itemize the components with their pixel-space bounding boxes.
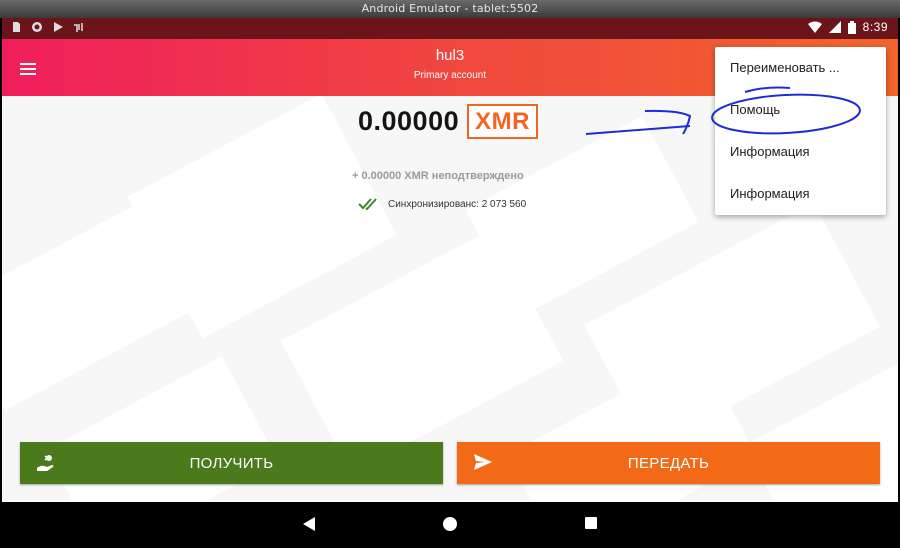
currency-unit-toggle[interactable]: XMR [467, 104, 538, 139]
balance-amount: 0.00000 [358, 106, 460, 136]
notification-icon [74, 23, 83, 32]
battery-icon [847, 20, 856, 34]
status-bar: 8:39 [2, 18, 898, 39]
overflow-menu: Переименовать ... Помощь Информация Инфо… [715, 47, 886, 215]
send-icon [474, 454, 492, 470]
double-check-icon [358, 198, 377, 210]
device-screen: 8:39 hul3 Primary account 0.00000 XMR + … [2, 18, 898, 546]
menu-item-info-2[interactable]: Информация [715, 173, 886, 215]
emulator-title-bar: Android Emulator - tablet:5502 [0, 0, 900, 18]
balance-row: 0.00000 XMR [358, 104, 538, 139]
record-icon [32, 22, 42, 32]
receive-label: ПОЛУЧИТЬ [189, 454, 274, 472]
signal-icon [828, 21, 841, 33]
send-label: ПЕРЕДАТЬ [627, 454, 710, 472]
home-icon[interactable] [442, 516, 458, 532]
unconfirmed-balance: + 0.00000 XMR неподтверждено [352, 170, 524, 182]
wifi-icon [807, 21, 822, 33]
menu-item-info[interactable]: Информация [715, 131, 886, 173]
sd-card-icon [13, 22, 20, 32]
navigation-bar [2, 502, 898, 546]
sync-text: Синхронизированс: 2 073 560 [388, 198, 527, 210]
receive-button[interactable]: ПОЛУЧИТЬ [20, 442, 443, 484]
play-store-icon [54, 22, 63, 32]
sync-status: Синхронизированс: 2 073 560 [358, 198, 526, 210]
menu-item-rename[interactable]: Переименовать ... [715, 47, 886, 89]
recent-apps-icon[interactable] [584, 516, 598, 530]
send-button[interactable]: ПЕРЕДАТЬ [457, 442, 880, 484]
menu-item-help[interactable]: Помощь [715, 89, 886, 131]
receive-money-icon [37, 455, 54, 471]
back-icon[interactable] [302, 516, 316, 532]
status-time: 8:39 [862, 20, 888, 34]
